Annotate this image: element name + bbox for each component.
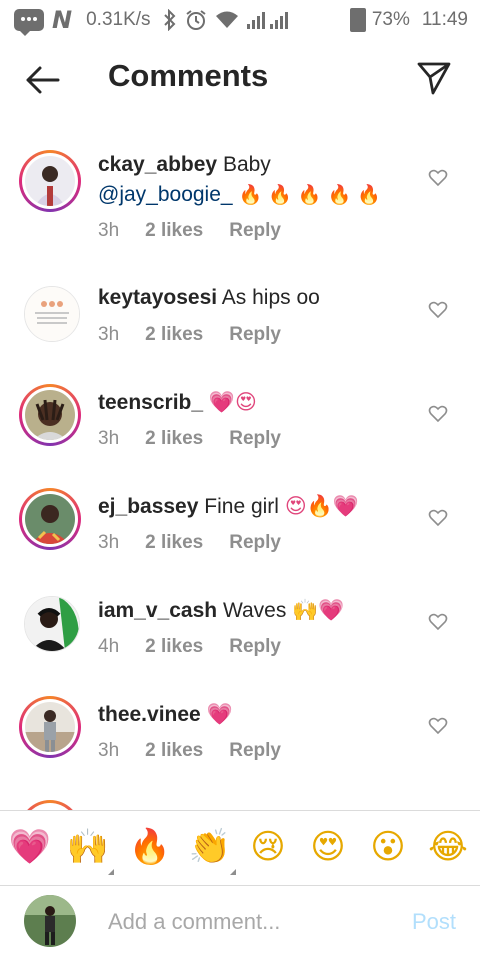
comment-body: Fine girl (204, 495, 279, 518)
emoji-heart-eyes[interactable]: 😍 (306, 825, 350, 869)
reply-button[interactable]: Reply (229, 636, 281, 658)
comment-emoji: 🙌💗 (292, 598, 345, 622)
comment-time: 3h (98, 220, 120, 241)
comment-username[interactable]: teenscrib_ (98, 391, 203, 414)
emoji-laughing[interactable]: 😂 (426, 825, 470, 869)
page-title: Comments (108, 58, 269, 93)
likes-count[interactable]: 2 likes (145, 636, 203, 658)
comment-text: ej_bassey Fine girl 😍🔥💗 (98, 491, 418, 522)
signal-icon (246, 12, 288, 29)
emoji-heart[interactable]: 💗 (8, 825, 52, 869)
comment-emoji: 💗😍 (208, 390, 257, 414)
status-bar: N 0.31K/s 73% 11:49 (0, 0, 480, 38)
battery-percent: 73% (371, 9, 410, 30)
comment-list[interactable]: ckay_abbey Baby @jay_boogie_ 🔥 🔥 🔥 🔥 🔥 3… (0, 130, 480, 810)
emoji-fire[interactable]: 🔥 (128, 825, 172, 869)
network-speed: 0.31K/s (86, 9, 151, 30)
comment-username[interactable]: ckay_abbey (98, 153, 217, 176)
comment-username[interactable]: keytayosesi (98, 286, 217, 309)
skin-tone-indicator (108, 869, 114, 875)
paper-plane-icon[interactable] (416, 60, 452, 96)
skin-tone-indicator (230, 869, 236, 875)
comment-text: ckay_abbey Baby @jay_boogie_ 🔥 🔥 🔥 🔥 🔥 (98, 150, 418, 210)
comment-meta: 3h 2 likes Reply (98, 740, 281, 762)
likes-count[interactable]: 2 likes (145, 324, 203, 346)
heart-icon[interactable] (428, 300, 448, 320)
avatar[interactable] (24, 596, 80, 652)
heart-icon[interactable] (428, 168, 448, 188)
avatar[interactable] (24, 286, 80, 342)
comment-username[interactable]: ej_bassey (98, 495, 198, 518)
avatar[interactable] (19, 384, 81, 446)
comment-emoji: 🔥 🔥 🔥 🔥 🔥 (238, 184, 381, 206)
reply-button[interactable]: Reply (229, 532, 281, 554)
post-button[interactable]: Post (412, 909, 456, 935)
comment-time: 3h (98, 428, 120, 449)
reply-button[interactable]: Reply (229, 220, 281, 242)
battery-icon (349, 8, 366, 32)
comment-body: Waves (222, 599, 287, 622)
comment-text: keytayosesi As hips oo (98, 283, 418, 313)
n-app-icon: N (52, 6, 73, 34)
alarm-icon (185, 10, 206, 30)
comment-time: 3h (98, 740, 120, 761)
emoji-sad[interactable]: 😢 (246, 825, 290, 869)
emoji-surprised[interactable]: 😮 (366, 825, 410, 869)
comment-meta: 3h 2 likes Reply (98, 324, 281, 346)
comment-time: 3h (98, 532, 120, 553)
avatar[interactable] (19, 488, 81, 550)
comment-meta: 3h 2 likes Reply (98, 532, 281, 554)
emoji-raised-hands[interactable]: 🙌 (66, 825, 110, 869)
comment-username[interactable]: thee.vinee (98, 703, 201, 726)
comment-meta: 4h 2 likes Reply (98, 636, 281, 658)
likes-count[interactable]: 2 likes (145, 740, 203, 762)
likes-count[interactable]: 2 likes (145, 532, 203, 554)
heart-icon[interactable] (428, 404, 448, 424)
comment-text: iam_v_cash Waves 🙌💗 (98, 595, 418, 626)
avatar[interactable] (19, 696, 81, 758)
comment-emoji: 😍🔥💗 (284, 494, 359, 518)
comment-body: As hips oo (221, 286, 320, 309)
avatar[interactable] (19, 150, 81, 212)
heart-icon[interactable] (428, 716, 448, 736)
reply-button[interactable]: Reply (229, 324, 281, 346)
comment-emoji: 💗 (206, 702, 233, 726)
comment-time: 3h (98, 324, 120, 345)
comment-text: teenscrib_ 💗😍 (98, 387, 418, 418)
likes-count[interactable]: 2 likes (145, 428, 203, 450)
heart-icon[interactable] (428, 508, 448, 528)
reply-button[interactable]: Reply (229, 740, 281, 762)
comment-meta: 3h 2 likes Reply (98, 220, 281, 242)
comment-body: Baby (222, 153, 271, 176)
comment-input-bar: Post (0, 885, 480, 960)
comment-username[interactable]: iam_v_cash (98, 599, 217, 622)
avatar[interactable] (19, 800, 81, 810)
comment-text: thee.vinee 💗 (98, 699, 418, 730)
message-icon (14, 9, 44, 36)
header: Comments (0, 38, 480, 122)
likes-count[interactable]: 2 likes (145, 220, 203, 242)
emoji-quick-bar: 💗 🙌 🔥 👏 😢 😍 😮 😂 (0, 810, 480, 886)
clock: 11:49 (421, 9, 468, 30)
arrow-left-icon[interactable] (22, 60, 62, 100)
bluetooth-icon (163, 9, 175, 31)
reply-button[interactable]: Reply (229, 428, 281, 450)
heart-icon[interactable] (428, 612, 448, 632)
comment-time: 4h (98, 636, 120, 657)
comment-input[interactable] (108, 907, 388, 937)
comment-meta: 3h 2 likes Reply (98, 428, 281, 450)
emoji-clap[interactable]: 👏 (188, 825, 232, 869)
avatar (24, 895, 76, 947)
wifi-icon (215, 11, 238, 28)
mention-link[interactable]: @jay_boogie_ (98, 183, 233, 206)
